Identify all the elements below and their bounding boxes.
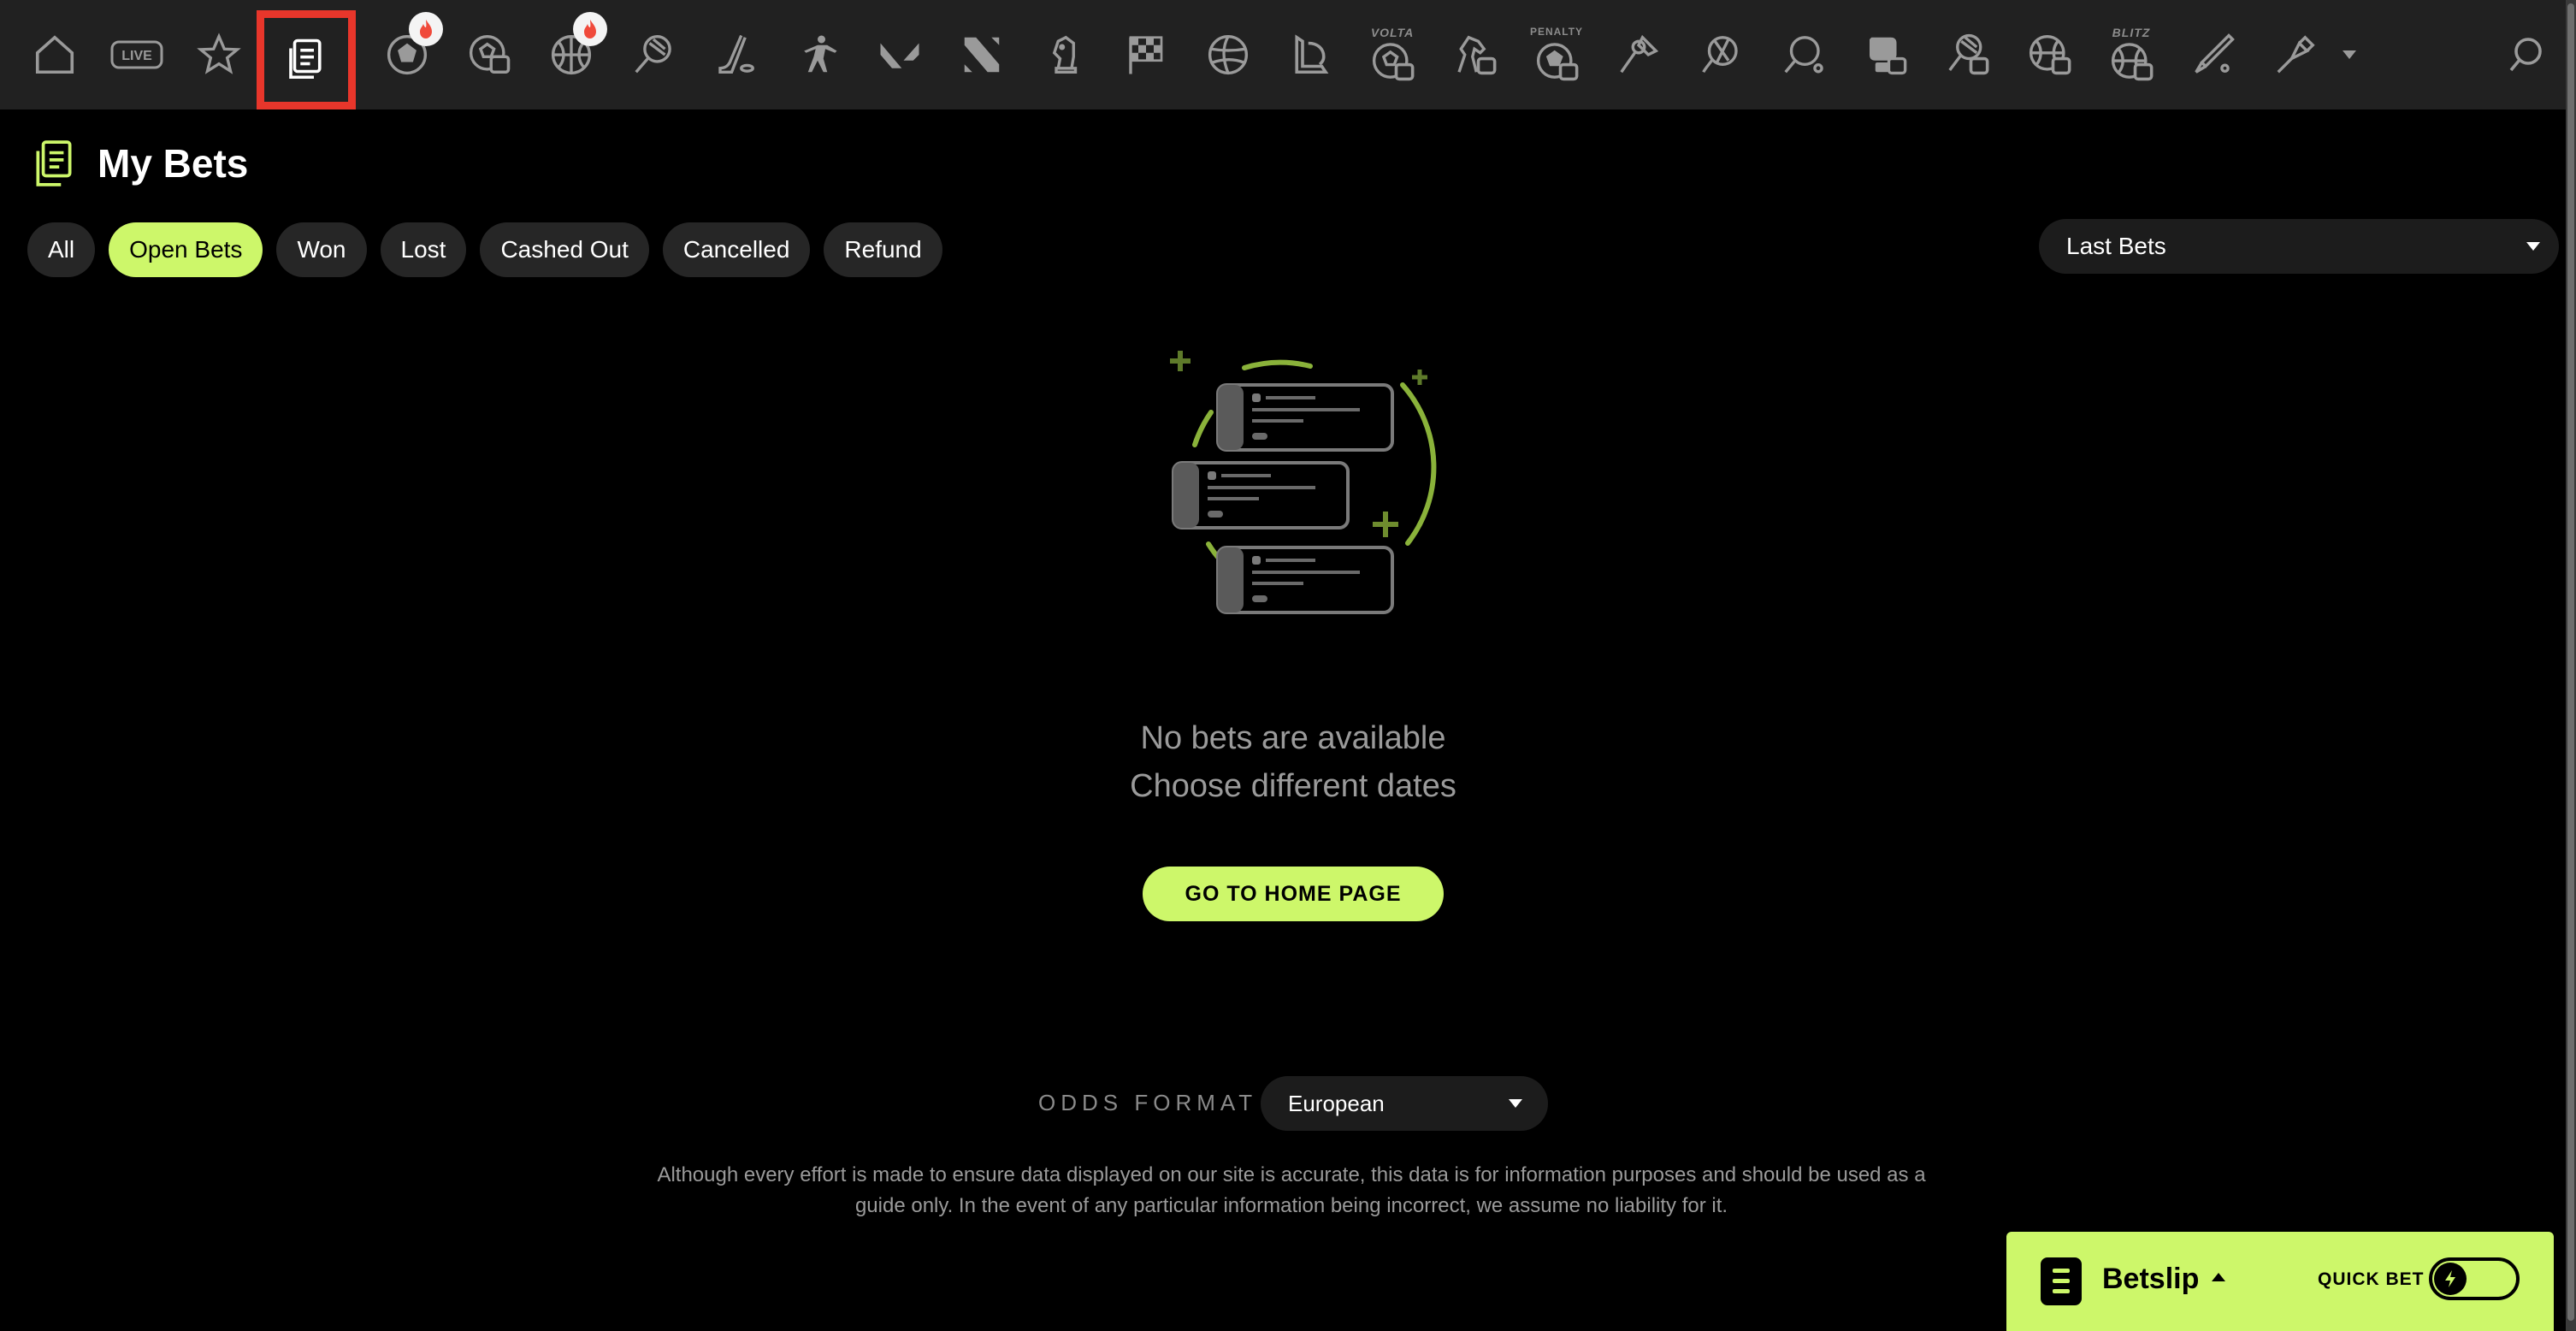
chevron-down-icon[interactable] [2328, 0, 2371, 109]
hot-badge-icon [573, 12, 607, 46]
svg-text:LIVE: LIVE [121, 49, 152, 63]
blitz-icon[interactable]: BLITZ [2090, 0, 2172, 109]
cricket-icon[interactable] [2172, 0, 2254, 109]
filter-refund[interactable]: Refund [824, 222, 942, 277]
caret-down-icon [1509, 1099, 1522, 1108]
favorites-star-icon[interactable] [178, 0, 260, 109]
hot-badge-icon [409, 12, 443, 46]
filter-won[interactable]: Won [276, 222, 367, 277]
odds-format-select[interactable]: European [1261, 1076, 1548, 1131]
motorsport-flag-icon[interactable] [1105, 0, 1187, 109]
odds-format-value: European [1288, 1090, 1385, 1116]
betslip-title: Betslip [2102, 1263, 2200, 1295]
filter-open-bets[interactable]: Open Bets [109, 222, 263, 277]
page-title: My Bets [97, 141, 249, 186]
caret-down-icon [2526, 242, 2540, 251]
virtual-tennis-icon[interactable] [1926, 0, 2008, 109]
valorant-icon[interactable] [859, 0, 941, 109]
disclaimer-text: Although every effort is made to ensure … [657, 1163, 1926, 1217]
quick-bet-label: QUICK BET [2318, 1269, 2425, 1289]
scrollbar-thumb[interactable] [2567, 3, 2574, 1321]
vertical-scrollbar[interactable] [2566, 0, 2576, 1331]
filter-cashed-out[interactable]: Cashed Out [480, 222, 649, 277]
volta-icon[interactable]: VOLTA [1351, 0, 1433, 109]
live-icon[interactable]: LIVE [96, 0, 178, 109]
search-icon[interactable] [2492, 0, 2561, 109]
betslip-icon [2041, 1257, 2082, 1305]
virtual-soccer-icon[interactable] [448, 0, 530, 109]
caret-up-icon[interactable] [2212, 1273, 2225, 1281]
darts-icon[interactable] [2254, 0, 2337, 109]
bet-status-filters: All Open Bets Won Lost Cashed Out Cancel… [27, 222, 956, 277]
volleyball-icon[interactable] [1187, 0, 1269, 109]
virtual-horse-racing-icon[interactable] [1433, 0, 1515, 109]
my-bets-icon[interactable] [257, 10, 356, 109]
virtual-boxing-icon[interactable] [1844, 0, 1926, 109]
empty-bets-illustration [1170, 351, 1437, 614]
page-header: My Bets [32, 139, 248, 188]
soccer-icon[interactable] [366, 0, 448, 109]
period-select-value: Last Bets [2066, 233, 2166, 259]
go-to-home-page-button[interactable]: GO TO HOME PAGE [1143, 867, 1444, 921]
filter-all[interactable]: All [27, 222, 96, 277]
chess-icon[interactable] [1023, 0, 1105, 109]
dota-icon[interactable] [941, 0, 1023, 109]
betslip-panel[interactable]: Betslip QUICK BET [2006, 1232, 2554, 1331]
handball-icon[interactable] [1680, 0, 1762, 109]
empty-state-message: No bets are available [1140, 720, 1446, 756]
penalty-icon[interactable]: PENALTY [1515, 0, 1598, 109]
badminton-icon[interactable] [1598, 0, 1680, 109]
table-tennis-icon[interactable] [1762, 0, 1844, 109]
quick-bet-toggle[interactable] [2429, 1257, 2520, 1300]
league-of-legends-icon[interactable] [1269, 0, 1351, 109]
odds-format-label: ODDS FORMAT [1038, 1090, 1258, 1115]
lightning-icon [2434, 1263, 2467, 1295]
filter-lost[interactable]: Lost [380, 222, 467, 277]
basketball-icon[interactable] [530, 0, 612, 109]
my-bets-title-icon [36, 140, 72, 186]
ice-hockey-icon[interactable] [694, 0, 777, 109]
tennis-icon[interactable] [612, 0, 694, 109]
empty-state-hint: Choose different dates [1130, 768, 1456, 804]
filter-cancelled[interactable]: Cancelled [662, 222, 811, 277]
home-icon[interactable] [14, 0, 96, 109]
counter-strike-icon[interactable] [777, 0, 859, 109]
period-select[interactable]: Last Bets [2039, 219, 2559, 274]
top-navigation: LIVE VOLTA PENALTY BLITZ [0, 0, 2566, 109]
virtual-basketball-icon[interactable] [2008, 0, 2090, 109]
